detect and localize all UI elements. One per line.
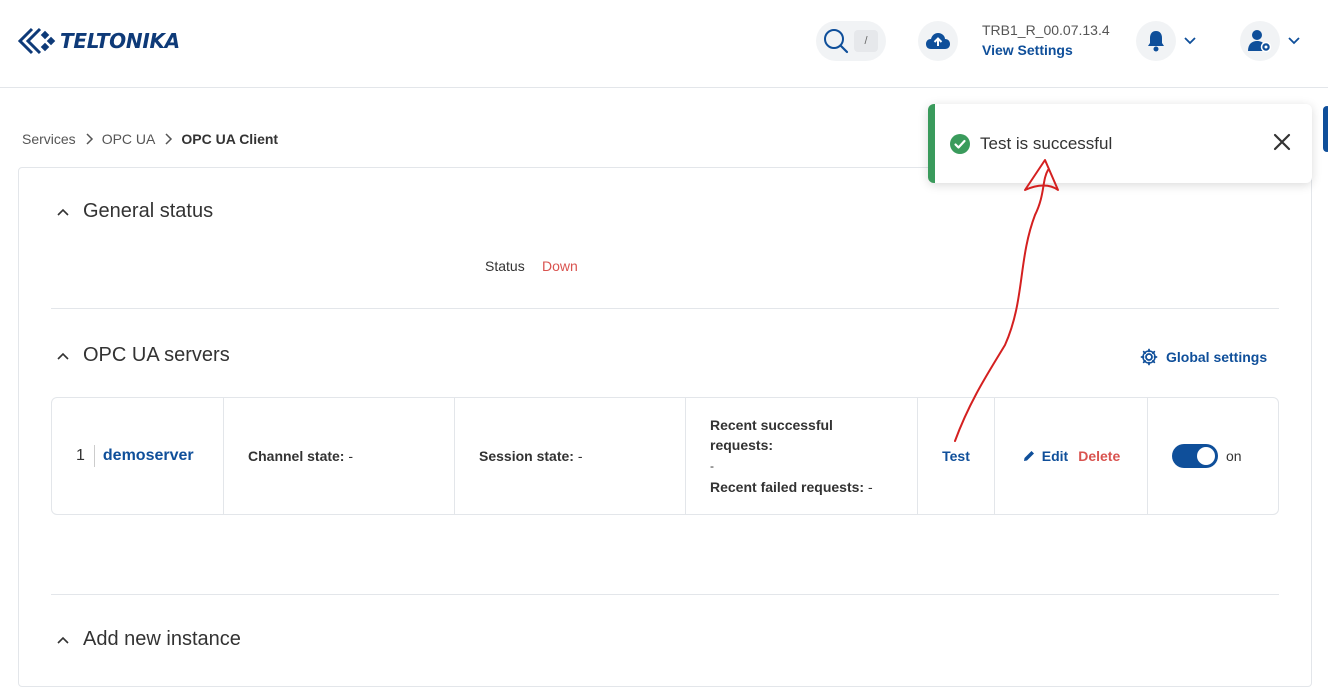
test-button[interactable]: Test	[942, 448, 970, 464]
breadcrumb: Services OPC UA OPC UA Client	[22, 131, 278, 147]
user-chevron-down-icon[interactable]	[1286, 33, 1302, 49]
server-index: 1	[76, 447, 85, 464]
check-circle-icon	[950, 133, 970, 154]
notifications-button[interactable]	[1136, 21, 1176, 61]
edit-label: Edit	[1041, 448, 1069, 464]
global-settings-button[interactable]: Global settings	[1140, 348, 1267, 366]
chevron-up-icon	[57, 208, 69, 216]
section-divider	[51, 594, 1279, 595]
view-settings-link[interactable]: View Settings	[982, 42, 1073, 58]
opc-ua-servers-header[interactable]: OPC UA servers	[55, 344, 230, 367]
top-header: TELTONIKA / TRB1_R_00.07.13.4 View Setti…	[0, 0, 1328, 88]
test-cell: Test	[918, 398, 995, 514]
recent-success-value: -	[710, 459, 714, 473]
opc-ua-servers-title: OPC UA servers	[83, 344, 230, 366]
status-value: Down	[542, 258, 578, 274]
edit-button[interactable]: Edit	[1022, 448, 1068, 464]
recent-requests-cell: Recent successful requests: - Recent fai…	[686, 398, 918, 514]
brand-name: TELTONIKA	[60, 29, 180, 53]
section-divider	[51, 308, 1279, 309]
enable-toggle[interactable]	[1172, 444, 1218, 468]
delete-button[interactable]: Delete	[1078, 448, 1120, 464]
server-name-link[interactable]: demoserver	[103, 447, 194, 465]
index-separator	[93, 445, 95, 467]
notifications-chevron-down-icon[interactable]	[1182, 33, 1198, 49]
toggle-label: on	[1226, 448, 1242, 464]
logo-mark-icon	[18, 27, 56, 55]
channel-state-cell: Channel state: -	[224, 398, 455, 514]
chevron-up-icon	[57, 352, 69, 360]
firmware-version: TRB1_R_00.07.13.4	[982, 22, 1110, 38]
close-icon[interactable]	[1272, 132, 1292, 152]
user-menu-button[interactable]	[1240, 21, 1280, 61]
session-state-cell: Session state: -	[455, 398, 686, 514]
pencil-icon	[1023, 451, 1034, 461]
actions-cell: Edit Delete	[995, 398, 1148, 514]
toast-message: Test is successful	[980, 133, 1113, 153]
recent-failed-label: Recent failed requests:	[710, 479, 865, 495]
breadcrumb-opc-ua[interactable]: OPC UA	[102, 131, 156, 147]
server-row: 1 demoserver Channel state: - Session st…	[51, 397, 1279, 515]
cloud-upload-icon	[926, 33, 950, 49]
session-state-value: -	[577, 448, 583, 464]
enable-cell: on	[1148, 398, 1278, 514]
search-button[interactable]: /	[816, 21, 886, 61]
success-toast: Test is successful	[928, 104, 1312, 183]
chevron-right-icon	[86, 133, 93, 145]
session-state-label: Session state:	[479, 448, 574, 464]
recent-failed-value: -	[867, 479, 873, 495]
breadcrumb-services[interactable]: Services	[22, 131, 76, 147]
recent-success-label: Recent successful requests:	[710, 417, 833, 453]
teltonika-logo[interactable]: TELTONIKA	[18, 25, 180, 57]
channel-state-value: -	[348, 448, 354, 464]
add-new-instance-header[interactable]: Add new instance	[55, 628, 241, 651]
general-status-header[interactable]: General status	[55, 200, 213, 223]
side-panel-tab[interactable]	[1323, 106, 1328, 152]
toggle-knob	[1197, 447, 1215, 465]
firmware-upgrade-button[interactable]	[918, 21, 958, 61]
chevron-right-icon	[165, 133, 173, 145]
search-shortcut-key: /	[854, 30, 878, 52]
search-icon	[824, 29, 849, 54]
breadcrumb-current: OPC UA Client	[181, 131, 279, 147]
status-label: Status	[485, 258, 525, 274]
general-status-title: General status	[83, 200, 214, 222]
chevron-up-icon	[57, 636, 69, 644]
user-settings-icon	[1248, 30, 1272, 53]
server-name-cell: 1 demoserver	[52, 398, 224, 514]
global-settings-label: Global settings	[1166, 349, 1268, 365]
gear-icon	[1140, 348, 1158, 366]
add-new-instance-title: Add new instance	[83, 628, 241, 650]
bell-icon	[1148, 31, 1164, 52]
channel-state-label: Channel state:	[248, 448, 345, 464]
